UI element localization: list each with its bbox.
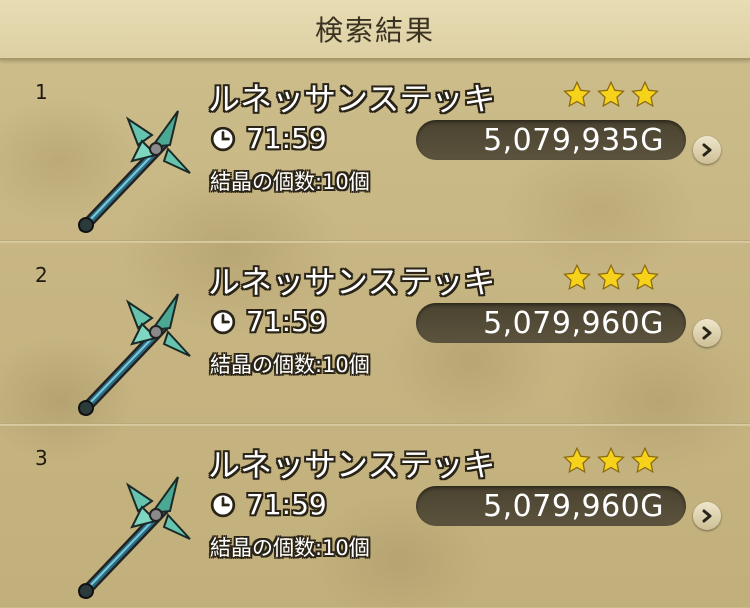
staff-icon (78, 110, 191, 233)
detail-button[interactable] (693, 319, 721, 347)
star-icon (597, 80, 625, 108)
price-value: 5,079,960G (483, 305, 664, 341)
clock-icon (210, 492, 236, 517)
rank-number: 3 (35, 446, 48, 470)
price-value: 5,079,960G (483, 488, 664, 524)
crystal-count: 結晶の個数:10個 (210, 170, 370, 194)
result-row-1[interactable]: 1 ルネッサンステッキ 71:59 結晶の個数:10個 5,079,935G (0, 60, 750, 242)
time-remaining: 71:59 (210, 305, 327, 338)
result-row-3[interactable]: 3 ルネッサンステッキ 71:59 結晶の個数:10個 5,079,960G (0, 426, 750, 608)
rarity-stars (562, 446, 660, 476)
star-icon (597, 446, 625, 474)
chevron-right-icon (702, 143, 712, 157)
time-text: 71:59 (246, 305, 327, 338)
clock-icon (210, 309, 236, 334)
item-name: ルネッサンステッキ (208, 80, 496, 118)
rank-number: 2 (35, 263, 48, 287)
item-name: ルネッサンステッキ (208, 446, 496, 484)
rarity-stars (562, 263, 660, 293)
crystal-count: 結晶の個数:10個 (210, 353, 370, 377)
staff-icon (78, 293, 191, 416)
page-title: 検索結果 (314, 14, 435, 47)
price-value: 5,079,935G (483, 122, 664, 158)
chevron-right-icon (702, 326, 712, 340)
time-text: 71:59 (246, 488, 327, 521)
price-box: 5,079,935G (416, 120, 686, 160)
staff-icon (78, 476, 191, 599)
rarity-stars (562, 80, 660, 110)
time-remaining: 71:59 (210, 122, 327, 155)
price-box: 5,079,960G (416, 486, 686, 526)
time-remaining: 71:59 (210, 488, 327, 521)
star-icon (631, 80, 659, 108)
detail-button[interactable] (693, 502, 721, 530)
star-icon (597, 263, 625, 291)
star-icon (563, 446, 591, 474)
star-icon (563, 80, 591, 108)
crystal-count: 結晶の個数:10個 (210, 536, 370, 560)
star-icon (563, 263, 591, 291)
rank-number: 1 (35, 80, 48, 104)
result-row-2[interactable]: 2 ルネッサンステッキ 71:59 結晶の個数:10個 5,079,960G (0, 243, 750, 425)
star-icon (631, 263, 659, 291)
time-text: 71:59 (246, 122, 327, 155)
price-box: 5,079,960G (416, 303, 686, 343)
star-icon (631, 446, 659, 474)
header-bar: 検索結果 (0, 0, 750, 60)
chevron-right-icon (702, 509, 712, 523)
clock-icon (210, 126, 236, 151)
item-name: ルネッサンステッキ (208, 263, 496, 301)
detail-button[interactable] (693, 136, 721, 164)
